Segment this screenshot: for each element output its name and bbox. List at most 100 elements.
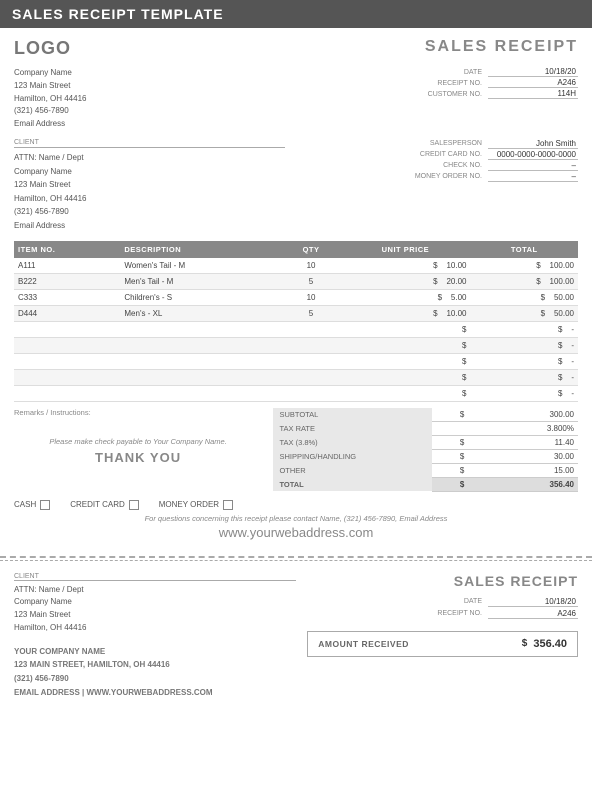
total-row: TOTAL $ 356.40 [273, 477, 578, 491]
company-email: Email Address [14, 118, 86, 131]
salesperson-field-row: SALESPERSON John Smith [296, 139, 578, 149]
table-row: A111 Women's Tail - M 10 $ 10.00 $ 100.0… [14, 258, 578, 274]
stub-date-label: DATE [464, 598, 482, 605]
item-qty: 5 [282, 273, 340, 289]
shipping-value: 30.00 [468, 449, 578, 463]
cash-label: CASH [14, 500, 36, 509]
item-total: $ 50.00 [470, 289, 578, 305]
divider [0, 560, 592, 561]
item-qty [282, 321, 340, 337]
item-no [14, 353, 120, 369]
money-order-checkbox[interactable] [223, 500, 233, 510]
payable-note: Please make check payable to Your Compan… [14, 437, 262, 446]
stub-date-row: DATE 10/18/20 [307, 597, 578, 607]
cash-option[interactable]: CASH [14, 500, 50, 510]
item-desc [120, 369, 281, 385]
other-value: 15.00 [468, 463, 578, 477]
item-no [14, 369, 120, 385]
tax-value: 11.40 [468, 435, 578, 449]
money-order-option[interactable]: MONEY ORDER [159, 500, 233, 510]
item-unit-price: $ [340, 369, 470, 385]
check-value: – [488, 161, 578, 171]
receipt-value: A246 [488, 78, 578, 88]
client-attn: ATTN: Name / Dept [14, 151, 285, 165]
item-unit-price: $ 10.00 [340, 305, 470, 321]
item-no: C333 [14, 289, 120, 305]
col-total: TOTAL [470, 241, 578, 258]
table-row: $ $ - [14, 337, 578, 353]
shipping-row: SHIPPING/HANDLING $ 30.00 [273, 449, 578, 463]
salesperson-section-label: SALESPERSON [402, 140, 482, 147]
page-title: SALES RECEIPT TEMPLATE [12, 6, 224, 22]
money-order-value: – [488, 172, 578, 182]
stub-client-label: CLIENT [14, 573, 296, 581]
dollar-sign: $ [522, 638, 528, 649]
credit-field-row: CREDIT CARD NO. 0000-0000-0000-0000 [296, 150, 578, 160]
client-section-label: CLIENT [14, 139, 285, 148]
date-value: 10/18/20 [488, 67, 578, 77]
check-label: CHECK NO. [402, 162, 482, 169]
stub-company-email: Email Address | www.yourwebaddress.com [14, 686, 296, 700]
col-unit-price: UNIT PRICE [340, 241, 470, 258]
tax-row: TAX (3.8%) $ 11.40 [273, 435, 578, 449]
credit-checkbox[interactable] [129, 500, 139, 510]
cash-checkbox[interactable] [40, 500, 50, 510]
client-city: Hamilton, OH 44416 [14, 192, 285, 206]
item-unit-price: $ [340, 353, 470, 369]
item-qty [282, 337, 340, 353]
company-street: 123 Main Street [14, 80, 86, 93]
client-name: Company Name [14, 165, 285, 179]
table-row: B222 Men's Tail - M 5 $ 20.00 $ 100.00 [14, 273, 578, 289]
date-field-row: DATE 10/18/20 [296, 67, 578, 77]
customer-label: CUSTOMER NO. [402, 91, 482, 98]
item-desc [120, 353, 281, 369]
subtotal-value: 300.00 [468, 408, 578, 422]
customer-field-row: CUSTOMER NO. 114H [296, 89, 578, 99]
receipt-label: RECEIPT NO. [402, 80, 482, 87]
col-description: DESCRIPTION [120, 241, 281, 258]
credit-option[interactable]: CREDIT CARD [70, 500, 139, 510]
payment-row: CASH CREDIT CARD MONEY ORDER [14, 492, 578, 514]
stub-company: YOUR COMPANY NAME 123 Main Street, Hamil… [14, 645, 296, 699]
item-desc: Men's - XL [120, 305, 281, 321]
item-qty [282, 353, 340, 369]
subtotal-row: SUBTOTAL $ 300.00 [273, 408, 578, 422]
item-total: $ - [470, 337, 578, 353]
item-total: $ - [470, 321, 578, 337]
item-qty: 10 [282, 258, 340, 274]
client-info: ATTN: Name / Dept Company Name 123 Main … [14, 151, 285, 233]
item-no: D444 [14, 305, 120, 321]
stub-attn: ATTN: Name / Dept [14, 584, 296, 597]
item-unit-price: $ 5.00 [340, 289, 470, 305]
credit-card-label: CREDIT CARD [70, 500, 125, 509]
item-qty [282, 385, 340, 401]
totals-block: SUBTOTAL $ 300.00 TAX RATE 3.800% TAX (3… [273, 408, 578, 492]
stub-city: Hamilton, OH 44416 [14, 622, 296, 635]
item-no: B222 [14, 273, 120, 289]
other-label: OTHER [273, 463, 431, 477]
right-fields-block: DATE 10/18/20 RECEIPT NO. A246 CUSTOMER … [296, 67, 578, 131]
item-total: $ 100.00 [470, 273, 578, 289]
item-desc [120, 321, 281, 337]
item-desc: Children's - S [120, 289, 281, 305]
remarks-label: Remarks / Instructions: [14, 408, 262, 417]
table-row: $ $ - [14, 353, 578, 369]
client-salesperson-row: CLIENT ATTN: Name / Dept Company Name 12… [14, 139, 578, 233]
remarks-block: Remarks / Instructions: Please make chec… [14, 408, 262, 492]
stub-street: 123 Main Street [14, 609, 296, 622]
money-order-label: MONEY ORDER NO. [402, 173, 482, 180]
stub-company-street: 123 Main Street, Hamilton, OH 44416 [14, 658, 296, 672]
website: www.yourwebaddress.com [14, 525, 578, 540]
item-total: $ - [470, 353, 578, 369]
amount-received-box: AMOUNT RECEIVED $ 356.40 [307, 631, 578, 657]
credit-value: 0000-0000-0000-0000 [488, 150, 578, 160]
stub-receipt-label: RECEIPT NO. [437, 610, 482, 617]
item-total: $ 100.00 [470, 258, 578, 274]
thank-you: THANK YOU [14, 450, 262, 465]
amount-received-label: AMOUNT RECEIVED [318, 639, 409, 649]
col-item-no: ITEM NO. [14, 241, 120, 258]
item-desc: Women's Tail - M [120, 258, 281, 274]
item-desc: Men's Tail - M [120, 273, 281, 289]
item-qty [282, 369, 340, 385]
company-phone: (321) 456-7890 [14, 105, 86, 118]
